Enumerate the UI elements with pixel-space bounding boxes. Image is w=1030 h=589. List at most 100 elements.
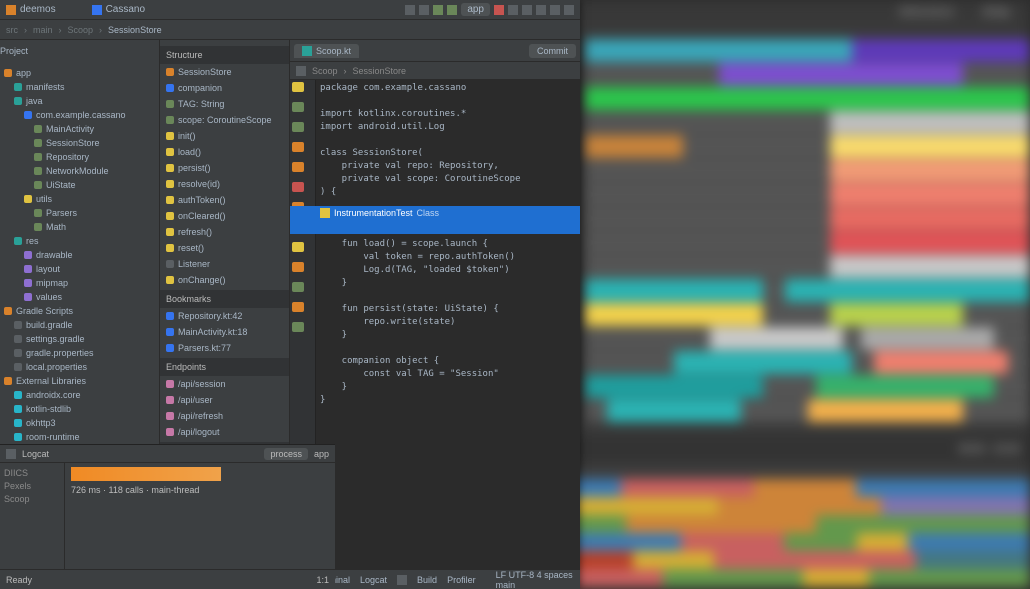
- structure-item[interactable]: onCleared(): [160, 208, 289, 224]
- build-status-icon[interactable]: [397, 575, 407, 585]
- structure-item[interactable]: resolve(id): [160, 176, 289, 192]
- project-tree-item[interactable]: okhttp3: [0, 416, 159, 430]
- project-tree-item[interactable]: values: [0, 290, 159, 304]
- vcs-commit-button[interactable]: Commit: [529, 44, 576, 58]
- process-item[interactable]: Pexels: [4, 480, 60, 493]
- timeline-clip[interactable]: [808, 399, 964, 422]
- gutter-marker-icon[interactable]: [292, 122, 304, 132]
- project-tree-item[interactable]: Parsers: [0, 206, 159, 220]
- project-tree-item[interactable]: mipmap: [0, 276, 159, 290]
- project-tree-item[interactable]: local.properties: [0, 360, 159, 374]
- timeline-clip[interactable]: [830, 87, 1030, 110]
- endpoint-item[interactable]: /api/logout: [160, 424, 289, 440]
- editor-crumb-1[interactable]: SessionStore: [353, 66, 407, 76]
- timeline-clip[interactable]: [830, 183, 1030, 206]
- project-tree-item[interactable]: layout: [0, 262, 159, 276]
- gutter-marker-icon[interactable]: [292, 322, 304, 332]
- search-icon[interactable]: [550, 5, 560, 15]
- project-tree-item[interactable]: app: [0, 66, 159, 80]
- timeline-clip[interactable]: [816, 375, 994, 398]
- project-tree-item[interactable]: java: [0, 94, 159, 108]
- timeline-clip[interactable]: [674, 351, 852, 374]
- timeline-clip[interactable]: [874, 351, 1008, 374]
- stop-icon[interactable]: [494, 5, 504, 15]
- gutter-marker-icon[interactable]: [292, 102, 304, 112]
- gutter-marker-icon[interactable]: [292, 262, 304, 272]
- bookmarks-header[interactable]: Bookmarks: [160, 290, 289, 308]
- project-tree-item[interactable]: room-runtime: [0, 430, 159, 444]
- project-tree-item[interactable]: UiState: [0, 178, 159, 192]
- timeline-clip[interactable]: [830, 255, 1030, 278]
- bookmark-item[interactable]: Repository.kt:42: [160, 308, 289, 324]
- project-tree-item[interactable]: External Libraries: [0, 374, 159, 388]
- gutter-marker-icon[interactable]: [292, 302, 304, 312]
- timeline-clip[interactable]: [830, 159, 1030, 182]
- endpoint-item[interactable]: /api/session: [160, 376, 289, 392]
- project-tree-item[interactable]: androidx.core: [0, 388, 159, 402]
- timeline-clip[interactable]: [830, 111, 1030, 134]
- build-icon[interactable]: [419, 5, 429, 15]
- structure-item[interactable]: onChange(): [160, 272, 289, 288]
- gutter-marker-icon[interactable]: [292, 162, 304, 172]
- project-tree-item[interactable]: manifests: [0, 80, 159, 94]
- crumb-1[interactable]: main: [33, 25, 53, 35]
- run-config[interactable]: app: [461, 3, 490, 16]
- project-tree-item[interactable]: Repository: [0, 150, 159, 164]
- project-tree-item[interactable]: MainActivity: [0, 122, 159, 136]
- crumb-2[interactable]: Scoop: [68, 25, 94, 35]
- timeline-clip[interactable]: [710, 327, 844, 350]
- editor-crumb-0[interactable]: Scoop: [312, 66, 338, 76]
- project-tree-item[interactable]: Gradle Scripts: [0, 304, 159, 318]
- timeline-clip[interactable]: [607, 399, 741, 422]
- structure-item[interactable]: scope: CoroutineScope: [160, 112, 289, 128]
- timeline-clip[interactable]: [830, 207, 1030, 230]
- status-build[interactable]: Build: [417, 575, 437, 585]
- structure-header[interactable]: Structure: [160, 46, 289, 64]
- timeline-clip[interactable]: [830, 135, 1030, 158]
- structure-item[interactable]: reset(): [160, 240, 289, 256]
- bookmark-item[interactable]: MainActivity.kt:18: [160, 324, 289, 340]
- project-tree-item[interactable]: SessionStore: [0, 136, 159, 150]
- debug-icon[interactable]: [447, 5, 457, 15]
- timeline-clip[interactable]: [585, 87, 830, 110]
- project-tree-item[interactable]: res: [0, 234, 159, 248]
- gutter-breakpoint-icon[interactable]: [292, 182, 304, 192]
- crumb-0[interactable]: src: [6, 25, 18, 35]
- timeline-clip[interactable]: [585, 375, 763, 398]
- avd-icon[interactable]: [522, 5, 532, 15]
- structure-item[interactable]: authToken(): [160, 192, 289, 208]
- crumb-3[interactable]: SessionStore: [108, 25, 162, 35]
- project-tree-item[interactable]: gradle.properties: [0, 346, 159, 360]
- timeline-clip[interactable]: [830, 303, 964, 326]
- timeline-clip[interactable]: [830, 231, 1030, 254]
- structure-item[interactable]: Listener: [160, 256, 289, 272]
- timeline-clip[interactable]: [585, 279, 763, 302]
- project-tree-item[interactable]: com.example.cassano: [0, 108, 159, 122]
- process-item[interactable]: DIICS: [4, 467, 60, 480]
- sdk-icon[interactable]: [536, 5, 546, 15]
- endpoints-header[interactable]: Endpoints: [160, 358, 289, 376]
- code-text[interactable]: package com.example.cassano import kotli…: [320, 82, 580, 407]
- project-tree-item[interactable]: NetworkModule: [0, 164, 159, 178]
- project-tree-item[interactable]: build.gradle: [0, 318, 159, 332]
- console-tab-app[interactable]: app: [314, 449, 329, 459]
- timeline-clip[interactable]: [852, 39, 1030, 62]
- structure-item[interactable]: init(): [160, 128, 289, 144]
- hamburger-icon[interactable]: [6, 5, 16, 15]
- structure-item[interactable]: companion: [160, 80, 289, 96]
- settings-icon[interactable]: [564, 5, 574, 15]
- gutter-marker-icon[interactable]: [292, 242, 304, 252]
- gutter-marker-icon[interactable]: [292, 142, 304, 152]
- editor-tab-scoop[interactable]: Scoop.kt: [294, 44, 359, 58]
- project-tree-item[interactable]: kotlin-stdlib: [0, 402, 159, 416]
- device-icon[interactable]: [405, 5, 415, 15]
- status-logcat[interactable]: Logcat: [360, 575, 387, 585]
- timeline-clip[interactable]: [585, 303, 763, 326]
- timeline-clip[interactable]: [585, 135, 683, 158]
- project-tree[interactable]: appmanifestsjavacom.example.cassanoMainA…: [0, 62, 159, 462]
- bookmark-item[interactable]: Parsers.kt:77: [160, 340, 289, 356]
- console-process-list[interactable]: DIICS Pexels Scoop: [0, 463, 65, 569]
- sync-icon[interactable]: [508, 5, 518, 15]
- endpoint-item[interactable]: /api/refresh: [160, 408, 289, 424]
- status-profiler[interactable]: Profiler: [447, 575, 476, 585]
